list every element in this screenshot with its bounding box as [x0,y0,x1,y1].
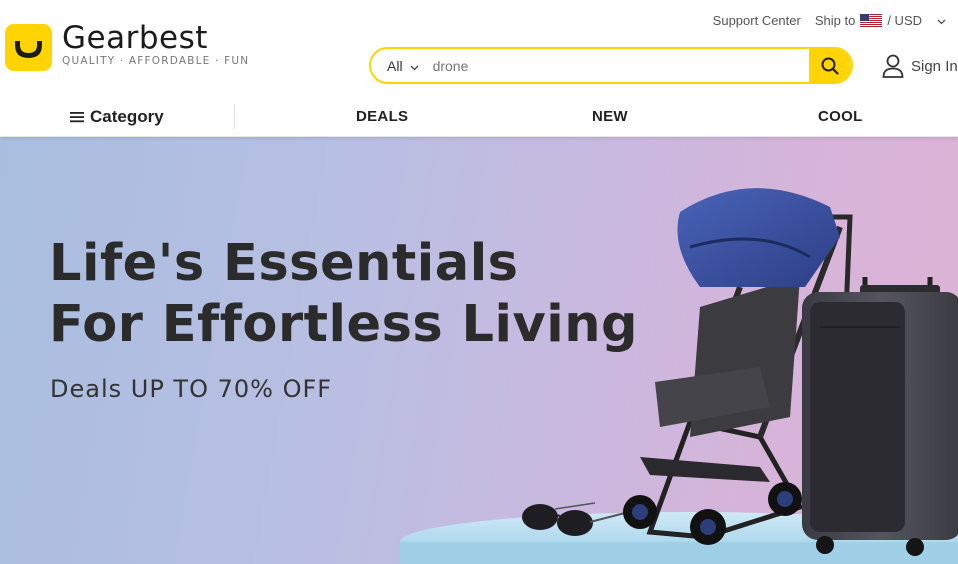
hero-banner[interactable]: Life's Essentials For Effortless Living … [0,137,958,564]
headline-line-2: For Effortless Living [49,295,639,354]
nav-item-deals[interactable]: DEALS [356,108,408,125]
site-header: Gearbest QUALITY · AFFORDABLE · FUN Supp… [0,0,958,98]
category-label: Category [90,107,164,126]
suitcase [802,277,958,556]
search-bar: All [369,47,853,84]
search-icon [821,57,839,75]
category-menu-button[interactable]: Category [70,107,164,127]
nav-item-cool[interactable]: COOL [818,108,863,125]
gearbest-logo[interactable]: Gearbest QUALITY · AFFORDABLE · FUN [5,20,250,71]
menu-icon [70,112,84,123]
sign-in-label: Sign In [911,57,958,75]
us-flag-icon [860,14,883,27]
nav-divider [234,105,235,129]
chevron-down-icon [410,58,419,74]
nav-item-new[interactable]: NEW [592,108,628,125]
main-nav: Category DEALS NEW COOL [0,98,958,137]
sign-in-link[interactable]: Sign In [882,54,958,78]
top-links: Support Center Ship to / USD [713,13,946,28]
ship-to-label: Ship to [814,13,856,28]
search-category-label: All [387,57,403,74]
ship-to-selector[interactable]: Ship to / USD [815,13,946,28]
chevron-down-icon [937,13,946,28]
support-center-link[interactable]: Support Center [713,13,801,28]
currency-label: / USD [887,13,922,28]
banner-headline: Life's Essentials For Effortless Living [49,233,638,355]
search-input[interactable] [432,57,793,74]
user-icon [882,54,904,78]
logo-tagline: QUALITY · AFFORDABLE · FUN [62,55,250,67]
logo-wordmark: Gearbest [62,20,208,56]
logo-mark-icon [5,24,52,71]
headline-line-1: Life's Essentials [49,234,519,293]
search-category-dropdown[interactable]: All [371,58,419,74]
search-button[interactable] [809,49,851,82]
banner-subheadline: Deals UP TO 70% OFF [50,375,333,403]
